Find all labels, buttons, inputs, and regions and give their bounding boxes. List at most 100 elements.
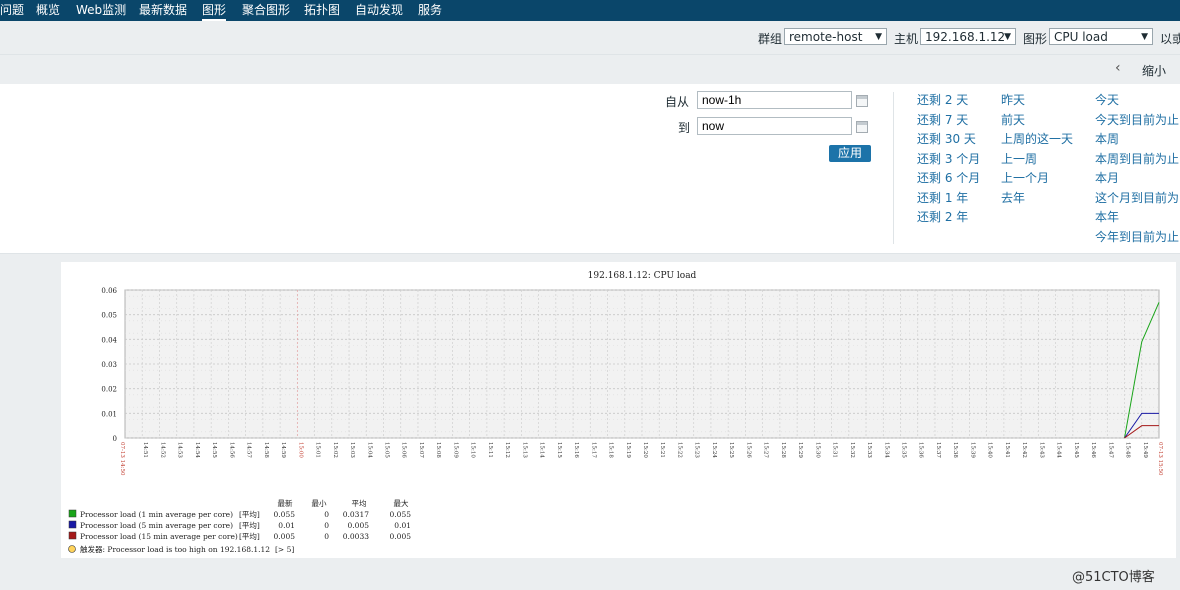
trigger-value: [> 5] <box>275 545 294 554</box>
chevron-down-icon: ▼ <box>875 32 882 42</box>
quick-range-link[interactable]: 这个月到目前为 <box>1095 189 1179 206</box>
quick-range-link[interactable]: 还剩 1 年 <box>917 189 968 206</box>
quick-range-link[interactable]: 还剩 2 天 <box>917 91 968 108</box>
x-tick-label: 15:15 <box>556 442 562 458</box>
legend-series-name: Processor load (15 min average per core) <box>80 532 238 541</box>
group-label: 群组 <box>758 32 783 46</box>
chart-title: 192.168.1.12: CPU load <box>588 271 697 281</box>
x-tick-label: 15:22 <box>676 442 682 458</box>
x-tick-label: 15:30 <box>814 442 820 458</box>
quick-range-link[interactable]: 上周的这一天 <box>1001 130 1073 147</box>
y-tick-label: 0.02 <box>101 386 117 394</box>
nav-web-monitoring[interactable]: Web监测 <box>76 2 126 18</box>
graph-select-value: CPU load <box>1054 30 1108 44</box>
host-select[interactable]: 192.168.1.12 ▼ <box>920 28 1016 45</box>
legend-value: 0 <box>324 521 329 530</box>
x-tick-label: 15:43 <box>1038 442 1044 458</box>
trigger-icon <box>68 545 76 553</box>
cpu-load-chart[interactable]: 192.168.1.12: CPU load 0.060.050.040.030… <box>61 262 1176 558</box>
x-tick-label: 15:06 <box>401 442 407 458</box>
legend-value: 0.01 <box>394 521 411 530</box>
quick-range-link[interactable]: 今天到目前为止 <box>1095 111 1179 128</box>
apply-button[interactable]: 应用 <box>829 145 871 162</box>
quick-range-link[interactable]: 还剩 30 天 <box>917 130 976 147</box>
legend-header: 最小 <box>312 499 327 508</box>
graph-label: 图形 <box>1023 32 1048 46</box>
filter-bar: 群组 remote-host ▼ 主机 192.168.1.12 ▼ 图形 CP… <box>0 21 1180 55</box>
x-tick-label: 14:54 <box>194 442 200 458</box>
x-tick-label: 15:40 <box>987 442 993 458</box>
host-select-value: 192.168.1.12 <box>925 30 1006 44</box>
x-tick-label: 15:44 <box>1056 442 1062 458</box>
x-tick-label: 15:36 <box>918 442 924 458</box>
quick-range-link[interactable]: 本周到目前为止 <box>1095 150 1179 167</box>
x-tick-label: 15:41 <box>1004 442 1010 458</box>
y-tick-label: 0.04 <box>101 336 117 344</box>
from-input[interactable] <box>697 91 852 109</box>
nav-discovery[interactable]: 自动发现 <box>355 2 403 18</box>
y-tick-label: 0.05 <box>101 312 117 320</box>
x-tick-label: 15:02 <box>332 442 338 458</box>
group-select[interactable]: remote-host ▼ <box>784 28 887 45</box>
x-tick-label: 15:14 <box>539 442 545 458</box>
chevron-left-icon[interactable]: ‹ <box>1115 60 1121 76</box>
x-tick-label: 15:27 <box>763 442 769 458</box>
x-tick-label: 15:20 <box>642 442 648 458</box>
chevron-down-icon: ▼ <box>1141 32 1148 42</box>
y-tick-label: 0.06 <box>101 287 117 295</box>
chevron-down-icon: ▼ <box>1004 32 1011 42</box>
nav-overview[interactable]: 概览 <box>36 2 60 18</box>
calendar-icon[interactable] <box>856 95 868 107</box>
quick-range-link[interactable]: 上一周 <box>1001 150 1037 167</box>
x-start-label: 07-13 14:50 <box>119 442 125 476</box>
nav-maps[interactable]: 拓扑图 <box>304 2 340 18</box>
nav-screens[interactable]: 聚合图形 <box>242 2 290 18</box>
x-tick-label: 15:29 <box>797 442 803 458</box>
x-tick-label: 15:25 <box>728 442 734 458</box>
quick-range-link[interactable]: 今年到目前为止 <box>1095 228 1179 245</box>
legend-swatch <box>68 531 77 540</box>
x-tick-label: 14:56 <box>228 442 234 458</box>
x-tick-label: 15:26 <box>745 442 751 458</box>
legend-header: 最大 <box>394 498 409 508</box>
trigger-label: 触发器: Processor load is too high on 192.1… <box>80 544 270 554</box>
nav-latest-data[interactable]: 最新数据 <box>139 2 187 18</box>
quick-range-link[interactable]: 还剩 7 天 <box>917 111 968 128</box>
x-tick-label: 15:08 <box>435 442 441 458</box>
legend-swatch <box>68 509 77 518</box>
x-tick-label: 15:48 <box>1125 442 1131 458</box>
calendar-icon[interactable] <box>856 121 868 133</box>
quick-range-link[interactable]: 本月 <box>1095 169 1119 186</box>
quick-range-link[interactable]: 还剩 2 年 <box>917 208 968 225</box>
legend-value: 0 <box>324 532 329 541</box>
quick-range-link[interactable]: 去年 <box>1001 189 1025 206</box>
quick-range-link[interactable]: 上一个月 <box>1001 169 1049 186</box>
nav-graphs[interactable]: 图形 <box>202 2 227 21</box>
x-tick-label: 15:24 <box>711 442 717 458</box>
graph-select[interactable]: CPU load ▼ <box>1049 28 1153 45</box>
x-axis: 14:51 14:52 14:53 14:54 14:55 14:56 14:57 14:58… <box>119 442 1163 476</box>
host-label: 主机 <box>894 32 919 46</box>
legend-series-name: Processor load (1 min average per core) <box>80 510 233 519</box>
x-tick-label: 15:49 <box>1142 442 1148 458</box>
quick-range-link[interactable]: 前天 <box>1001 111 1025 128</box>
x-tick-label: 14:57 <box>246 442 252 458</box>
from-label: 自从 <box>665 95 690 109</box>
group-select-value: remote-host <box>789 30 863 44</box>
zoom-out-button[interactable]: 缩小 <box>1142 62 1166 79</box>
legend-function: [平均] <box>239 509 260 519</box>
x-tick-label: 15:16 <box>573 442 579 458</box>
x-tick-label: 15:12 <box>504 442 510 458</box>
nav-services[interactable]: 服务 <box>418 2 442 18</box>
quick-range-link[interactable]: 今天 <box>1095 91 1119 108</box>
x-tick-label: 15:39 <box>969 442 975 458</box>
x-tick-label: 15:47 <box>1107 442 1113 458</box>
nav-problems[interactable]: 问题 <box>0 2 24 18</box>
quick-range-link[interactable]: 本年 <box>1095 208 1119 225</box>
quick-range-link[interactable]: 还剩 3 个月 <box>917 150 980 167</box>
to-input[interactable] <box>697 117 852 135</box>
x-tick-label: 15:00 <box>297 442 303 458</box>
quick-range-link[interactable]: 还剩 6 个月 <box>917 169 980 186</box>
quick-range-link[interactable]: 本周 <box>1095 130 1119 147</box>
quick-range-link[interactable]: 昨天 <box>1001 91 1025 108</box>
